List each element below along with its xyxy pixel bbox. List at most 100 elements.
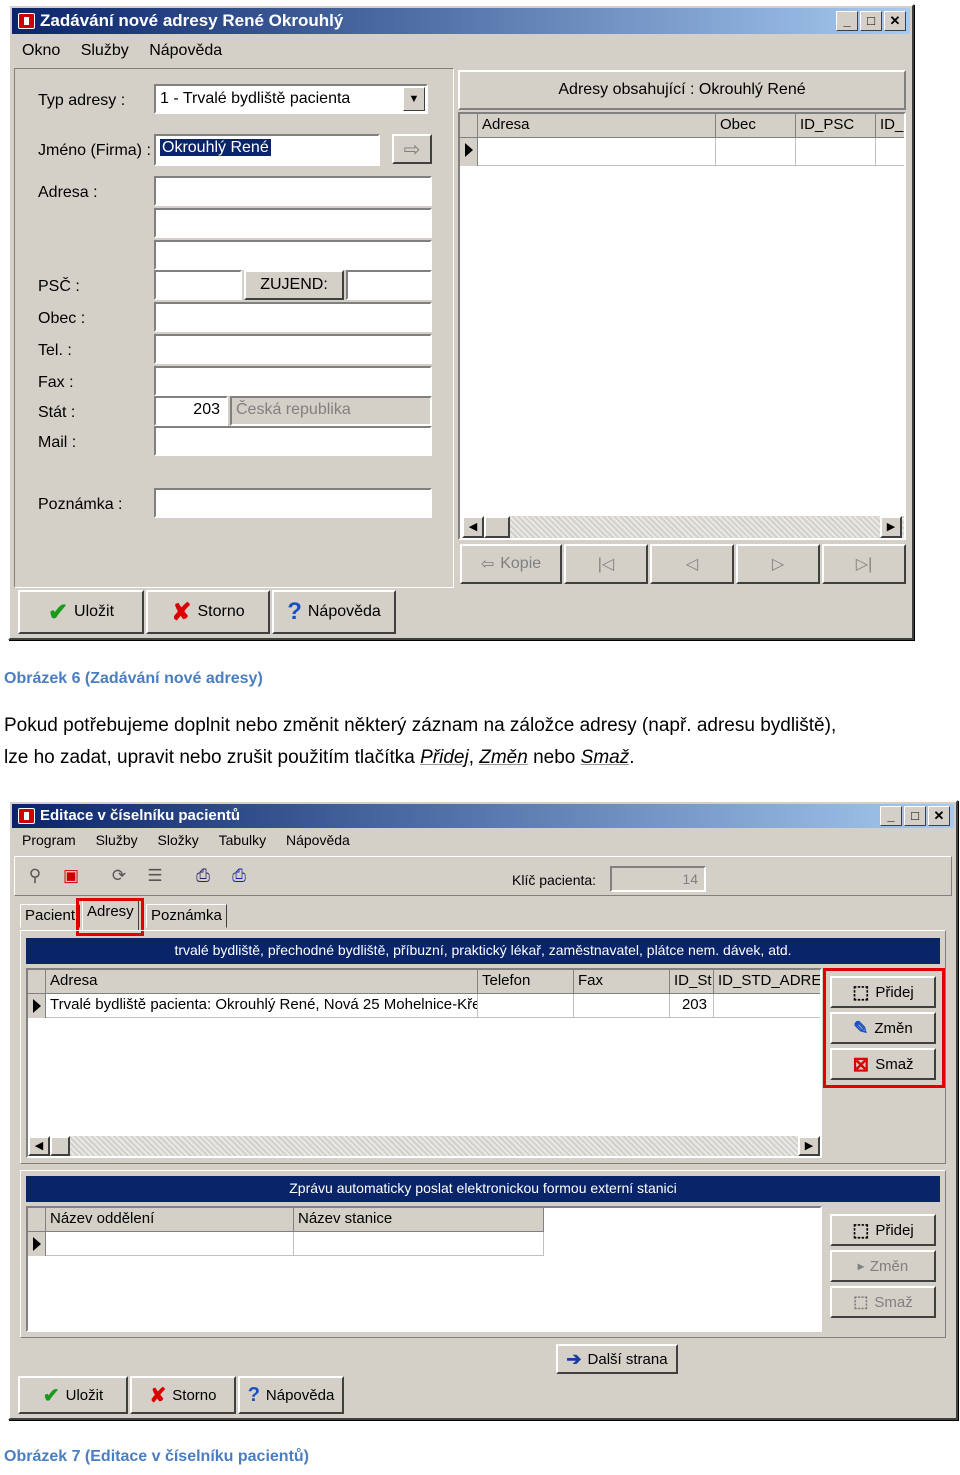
psc-field[interactable] [154,270,242,300]
address-type-select[interactable]: 1 - Trvalé bydliště pacienta ▼ [154,84,428,114]
table-cell[interactable] [46,1232,294,1256]
menu-sluzby[interactable]: Služby [96,832,138,848]
table-cell[interactable] [714,994,820,1018]
horizontal-scrollbar[interactable] [28,1136,820,1156]
cancel-button[interactable]: ✘ Storno [130,1376,236,1414]
close-button[interactable]: ✕ [884,11,906,31]
menu-slozky[interactable]: Složky [158,832,199,848]
maximize-button[interactable]: □ [904,806,926,826]
paragraph-line-2: lze ho zadat, upravit nebo zrušit použit… [4,747,635,768]
table-cell[interactable] [478,994,574,1018]
help-icon: ? [287,598,302,625]
menu-napoveda[interactable]: Nápověda [286,832,350,848]
menu-tabulky[interactable]: Tabulky [219,832,266,848]
table-cell[interactable] [796,138,876,166]
note-field[interactable] [154,488,432,518]
nav-next-button[interactable]: ▷ [736,544,820,584]
nav-last-button[interactable]: ▷| [822,544,906,584]
col-obec[interactable]: Obec [716,114,796,138]
nav-first-button[interactable]: |◁ [564,544,648,584]
station-grid[interactable]: Název oddělení Název stanice [26,1206,822,1332]
save-button[interactable]: ✔ Uložit [18,1376,128,1414]
menu-program[interactable]: Program [22,832,76,848]
edit-list-icon[interactable]: ☰ [142,864,168,888]
col-nazev-oddeleni[interactable]: Název oddělení [46,1208,294,1232]
col-nazev-stanice[interactable]: Název stanice [294,1208,544,1232]
row-indicator [28,1232,46,1256]
label-mail: Mail : [38,434,77,451]
print-preview-icon[interactable]: ⎙ [190,864,216,888]
zujend-field[interactable] [346,270,432,300]
copy-arrow-button[interactable]: ⇨ [392,134,432,164]
address-list-grid[interactable]: Adresa Obec ID_PSC ID_ ◀ ▶ [458,112,906,540]
cancel-button[interactable]: ✘ Storno [146,590,270,634]
col-id-st[interactable]: ID_St [670,970,714,994]
col-id[interactable]: ID_ [876,114,904,138]
scroll-right-icon[interactable]: ▶ [880,516,902,538]
help-button[interactable]: ? Nápověda [238,1376,344,1414]
scroll-left-icon[interactable]: ◀ [462,516,484,538]
cross-icon: ✘ [171,598,192,626]
filter-icon[interactable]: ▣ [58,864,84,888]
close-button[interactable]: ✕ [928,806,950,826]
menu-sluzby[interactable]: Služby [81,42,129,59]
maximize-button[interactable]: □ [860,11,882,31]
tab-pacient[interactable]: Pacient [20,904,81,928]
delete-station-button[interactable]: ⬚ Smaž [830,1286,936,1318]
tel-field[interactable] [154,334,432,364]
title-bar: Zadávání nové adresy René Okrouhlý _ □ ✕ [12,8,910,34]
next-page-button[interactable]: ➔ Další strana [556,1344,678,1374]
scroll-right-icon[interactable]: ▶ [798,1136,820,1156]
state-code-field[interactable]: 203 [154,396,228,426]
horizontal-scrollbar[interactable] [462,516,904,538]
scroll-thumb[interactable] [484,516,510,538]
col-id-std-adres[interactable]: ID_STD_ADRES [714,970,820,994]
help-button[interactable]: ? Nápověda [272,590,396,634]
address-line-1[interactable] [154,176,432,206]
chevron-down-icon[interactable]: ▼ [403,87,425,111]
tab-poznamka[interactable]: Poznámka [146,904,227,928]
col-adresa[interactable]: Adresa [46,970,478,994]
table-cell[interactable] [478,138,716,166]
delete-icon: ⬚ [853,1294,869,1311]
scroll-thumb[interactable] [50,1136,70,1156]
save-button[interactable]: ✔ Uložit [18,590,144,634]
add-station-button[interactable]: ⬚ Přidej [830,1214,936,1246]
name-field[interactable]: Okrouhlý René [154,134,380,166]
label-poznamka: Poznámka : [38,496,123,513]
print-icon[interactable]: ⎙ [226,864,252,888]
address-grid[interactable]: Adresa Telefon Fax ID_St ID_STD_ADRES Tr… [26,968,822,1158]
label-tel: Tel. : [38,342,72,359]
name-value-selected: Okrouhlý René [160,139,271,156]
fax-field[interactable] [154,366,432,396]
search-person-icon[interactable]: ⚲ [22,864,48,888]
col-fax[interactable]: Fax [574,970,670,994]
menu-napoveda[interactable]: Nápověda [149,42,222,59]
col-telefon[interactable]: Telefon [478,970,574,994]
scroll-left-icon[interactable]: ◀ [28,1136,50,1156]
address-line-2[interactable] [154,208,432,238]
nav-prev-button[interactable]: ◁ [650,544,734,584]
refresh-icon[interactable]: ⟳ [106,864,132,888]
minimize-button[interactable]: _ [836,11,858,31]
copy-button[interactable]: ⇦ Kopie [460,544,562,584]
mail-field[interactable] [154,426,432,456]
zujend-button[interactable]: ZUJEND: [244,270,344,300]
row-pointer-icon [465,143,473,157]
window-title: Zadávání nové adresy René Okrouhlý [40,11,344,30]
address-line-3[interactable] [154,240,432,270]
menu-okno[interactable]: Okno [22,42,60,59]
obec-field[interactable] [154,302,432,332]
table-cell[interactable]: 203 [670,994,714,1018]
table-cell[interactable]: Trvalé bydliště pacienta: Okrouhlý René,… [46,994,478,1018]
table-cell[interactable] [574,994,670,1018]
minimize-button[interactable]: _ [880,806,902,826]
row-indicator [28,994,46,1018]
col-adresa[interactable]: Adresa [478,114,716,138]
table-cell[interactable] [716,138,796,166]
table-cell[interactable] [294,1232,544,1256]
col-id-psc[interactable]: ID_PSC [796,114,876,138]
edit-station-button[interactable]: ▸ Změn [830,1250,936,1282]
table-cell[interactable] [876,138,904,166]
label-obec: Obec : [38,310,86,327]
